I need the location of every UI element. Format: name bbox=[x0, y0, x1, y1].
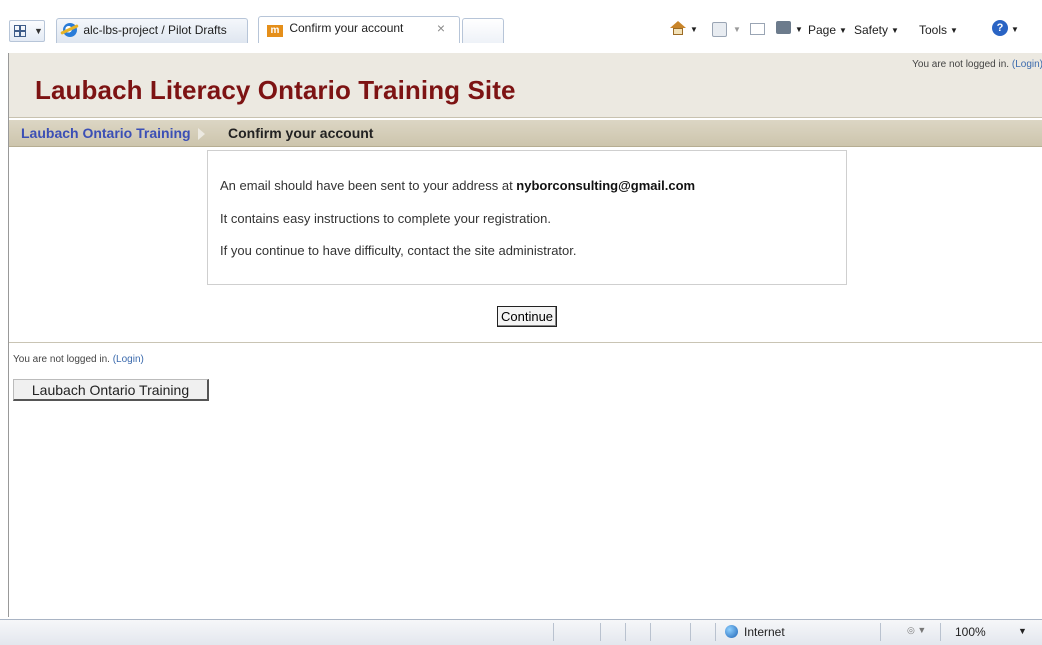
home-course-button[interactable]: Laubach Ontario Training bbox=[13, 379, 209, 401]
status-divider bbox=[650, 623, 651, 641]
page-menu[interactable]: Page ▼ bbox=[808, 20, 847, 40]
ie-page-icon bbox=[63, 23, 77, 37]
status-divider bbox=[715, 623, 716, 641]
status-divider bbox=[553, 623, 554, 641]
site-title: Laubach Literacy Ontario Training Site bbox=[35, 75, 516, 105]
status-divider bbox=[690, 623, 691, 641]
login-status-text: You are not logged in. bbox=[13, 354, 113, 365]
login-info: You are not logged in. (Login) bbox=[912, 59, 1042, 70]
globe-icon bbox=[725, 625, 738, 638]
zoom-level[interactable]: 100% bbox=[955, 625, 986, 639]
tab-bar: ▼ alc-lbs-project / Pilot Drafts m Confi… bbox=[0, 14, 1042, 46]
chevron-down-icon: ▼ bbox=[950, 26, 958, 35]
user-email: nyborconsulting@gmail.com bbox=[516, 178, 696, 193]
confirmation-notice: An email should have been sent to your a… bbox=[207, 150, 847, 285]
status-divider bbox=[940, 623, 941, 641]
breadcrumb-separator-icon bbox=[198, 128, 205, 140]
feeds-dropdown[interactable]: ▼ bbox=[733, 20, 741, 40]
login-link[interactable]: (Login) bbox=[113, 354, 144, 365]
notice-text: An email should have been sent to your a… bbox=[220, 178, 517, 193]
status-bar: Internet ◎ ▼ 100% ▼ bbox=[0, 619, 1042, 645]
chevron-down-icon: ▼ bbox=[891, 26, 899, 35]
help-icon[interactable]: ? bbox=[992, 20, 1008, 36]
tab-label: Confirm your account bbox=[289, 21, 404, 35]
moodle-icon: m bbox=[267, 25, 283, 37]
read-mail-icon[interactable] bbox=[750, 23, 765, 35]
new-tab-button[interactable] bbox=[462, 18, 504, 43]
tab-label: alc-lbs-project / Pilot Drafts bbox=[83, 23, 227, 37]
browser-chrome: ▼ alc-lbs-project / Pilot Drafts m Confi… bbox=[0, 0, 1042, 50]
chevron-down-icon[interactable]: ▼ bbox=[1018, 626, 1027, 636]
continue-button[interactable]: Continue bbox=[497, 306, 558, 327]
footer-divider bbox=[9, 342, 1042, 343]
tools-menu-label: Tools bbox=[919, 23, 948, 37]
print-icon[interactable] bbox=[776, 21, 791, 34]
status-divider bbox=[600, 623, 601, 641]
feeds-icon[interactable] bbox=[712, 22, 727, 37]
home-dropdown[interactable]: ▼ bbox=[690, 20, 698, 40]
site-header: You are not logged in. (Login) Laubach L… bbox=[9, 53, 1042, 118]
tab-pilot-drafts[interactable]: alc-lbs-project / Pilot Drafts bbox=[56, 18, 248, 43]
notice-line-email: An email should have been sent to your a… bbox=[220, 178, 695, 193]
status-divider bbox=[625, 623, 626, 641]
chevron-down-icon: ▼ bbox=[34, 26, 43, 36]
print-dropdown[interactable]: ▼ bbox=[795, 20, 803, 40]
status-divider bbox=[880, 623, 881, 641]
chevron-down-icon: ▼ bbox=[839, 26, 847, 35]
notice-line-instructions: It contains easy instructions to complet… bbox=[220, 211, 551, 226]
tab-confirm-account[interactable]: m Confirm your account × bbox=[258, 16, 460, 43]
footer-login-info: You are not logged in. (Login) bbox=[13, 354, 144, 365]
login-link[interactable]: (Login) bbox=[1012, 59, 1042, 70]
security-zone: Internet bbox=[744, 625, 785, 639]
help-dropdown[interactable]: ▼ bbox=[1011, 20, 1019, 40]
page-menu-label: Page bbox=[808, 23, 837, 37]
page-content: You are not logged in. (Login) Laubach L… bbox=[8, 53, 1042, 617]
quick-tabs-button[interactable]: ▼ bbox=[9, 20, 45, 42]
protected-mode-icon[interactable]: ◎ ▼ bbox=[907, 625, 926, 636]
safety-menu[interactable]: Safety ▼ bbox=[854, 20, 899, 40]
login-status-text: You are not logged in. bbox=[912, 59, 1012, 70]
close-icon[interactable]: × bbox=[437, 17, 445, 39]
home-icon[interactable] bbox=[670, 21, 686, 35]
breadcrumb-home-link[interactable]: Laubach Ontario Training bbox=[21, 125, 191, 141]
breadcrumb: Laubach Ontario Training Confirm your ac… bbox=[9, 120, 1042, 147]
quick-tabs-icon bbox=[14, 25, 26, 37]
notice-line-contact: If you continue to have difficulty, cont… bbox=[220, 243, 577, 258]
breadcrumb-current: Confirm your account bbox=[228, 125, 374, 141]
tools-menu[interactable]: Tools ▼ bbox=[919, 20, 958, 40]
safety-menu-label: Safety bbox=[854, 23, 889, 37]
